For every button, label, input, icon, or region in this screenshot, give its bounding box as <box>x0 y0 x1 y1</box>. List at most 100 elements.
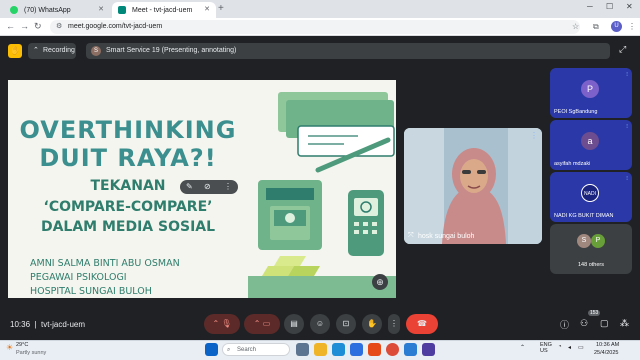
others-tile[interactable]: S P 148 others <box>550 224 632 274</box>
weather-temp: 29°C <box>16 342 29 348</box>
tab-label: (70) WhatsApp <box>24 6 71 14</box>
pin-icon[interactable]: ⤧ <box>408 232 414 240</box>
start-icon[interactable] <box>205 343 218 356</box>
task-view-icon[interactable] <box>296 343 309 356</box>
whatsapp-icon <box>10 6 18 14</box>
office-icon[interactable] <box>368 343 381 356</box>
tab-meet[interactable]: Meet - tvt-jacd-uem ✕ <box>112 2 216 18</box>
participant-name: asyifah mdzaki <box>554 161 591 167</box>
hand-icon: ✋ <box>367 319 377 328</box>
chrome-icon[interactable] <box>386 343 399 356</box>
raised-hand-icon[interactable]: ✋ <box>8 44 22 58</box>
word-icon[interactable] <box>404 343 417 356</box>
recording-indicator[interactable]: ⌃ Recording <box>28 43 76 59</box>
camera-off-icon: ▭ <box>262 319 271 328</box>
file-explorer-icon[interactable] <box>314 343 327 356</box>
profile-avatar[interactable]: U <box>611 21 622 32</box>
presenter-banner[interactable]: S Smart Service 19 (Presenting, annotati… <box>86 43 610 59</box>
speaking-indicator-icon: ⁝ <box>626 176 628 182</box>
slide-title-line1: OVERTHINKING <box>19 116 237 144</box>
mute-icon[interactable]: ⊘ <box>204 182 211 191</box>
meeting-time-and-code: 10:36 | tvt-jacd-uem <box>10 320 86 329</box>
close-window-icon[interactable]: ✕ <box>626 2 633 11</box>
emoji-button[interactable]: ☺ <box>310 314 330 334</box>
people-icon[interactable]: ⚇ <box>580 318 588 329</box>
phone-hangup-icon: ☎ <box>417 319 427 328</box>
tile-options-icon[interactable]: ⋮ <box>530 131 538 140</box>
teams-icon[interactable] <box>422 343 435 356</box>
chat-icon[interactable]: ▢ <box>600 318 609 329</box>
present-button[interactable]: ⊡ <box>336 314 356 334</box>
back-icon[interactable]: ← <box>6 21 15 31</box>
edge-icon[interactable] <box>332 343 345 356</box>
url-text: meet.google.com/tvt-jacd-uem <box>68 23 163 30</box>
slide-speaker-org: HOSPITAL SUNGAI BULOH <box>30 286 152 297</box>
close-tab-icon[interactable]: ✕ <box>204 5 210 13</box>
participant-name: PEOI SgBandung <box>554 109 598 115</box>
slide-subtitle-line2: ‘COMPARE-COMPARE’ <box>43 199 213 215</box>
zoom-icon[interactable]: ⊕ <box>372 274 388 290</box>
tab-label: Meet - tvt-jacd-uem <box>132 6 193 14</box>
pointer-icon[interactable]: ✎ <box>186 182 193 191</box>
wifi-icon[interactable]: ◔ <box>558 344 562 350</box>
new-tab-icon[interactable]: + <box>218 3 224 14</box>
bookmark-star-icon[interactable]: ☆ <box>572 22 579 31</box>
slide-title-line2: DUIT RAYA?! <box>39 144 217 172</box>
clock-date[interactable]: 25/4/2025 <box>594 350 618 356</box>
participant-count-badge: 153 <box>588 310 601 316</box>
presenter-video-tile[interactable]: ⋮ ⤧ hosk sungai buloh <box>404 128 542 244</box>
participant-tile[interactable]: ⁝ NADI NADI KG BUKIT DIMAN <box>550 172 632 222</box>
clock-time[interactable]: 10:36 AM <box>596 342 619 348</box>
mic-button[interactable]: ⌃ 🎙 <box>204 314 240 334</box>
browser-menu-icon[interactable]: ⋮ <box>628 22 636 31</box>
forward-icon[interactable]: → <box>20 21 29 31</box>
battery-icon[interactable]: ▭ <box>578 344 584 351</box>
presenter-avatar: S <box>91 46 101 56</box>
raise-hand-button[interactable]: ✋ <box>362 314 382 334</box>
participant-avatar: NADI <box>581 184 599 202</box>
volume-icon[interactable]: ◂ <box>568 344 571 351</box>
camera-button[interactable]: ⌃ ▭ <box>244 314 280 334</box>
presenter-video-name: hosk sungai buloh <box>418 233 475 240</box>
site-info-icon[interactable]: ⚙ <box>56 20 62 34</box>
extensions-icon[interactable]: ⧉ <box>593 22 599 32</box>
more-vert-icon: ⋮ <box>390 319 398 328</box>
language-indicator[interactable]: ENG US <box>540 342 552 354</box>
more-options-button[interactable]: ⋮ <box>388 314 400 334</box>
recording-label: Recording <box>43 47 75 54</box>
minimize-icon[interactable]: ─ <box>587 2 593 11</box>
captions-icon: ▤ <box>290 319 298 328</box>
url-field[interactable]: ⚙ meet.google.com/tvt-jacd-uem <box>50 20 580 34</box>
participant-avatar: P <box>591 234 605 248</box>
weather-icon[interactable]: ☀ <box>6 343 13 352</box>
tray-chevron-icon[interactable]: ⌃ <box>520 344 525 351</box>
taskbar-search[interactable]: ⌕ Search <box>222 343 290 356</box>
mic-off-icon: 🎙 <box>221 319 232 328</box>
more-options-icon[interactable]: ⋮ <box>224 182 232 191</box>
tab-whatsapp[interactable]: (70) WhatsApp ✕ <box>4 2 110 18</box>
browser-tab-bar: (70) WhatsApp ✕ Meet - tvt-jacd-uem ✕ + … <box>0 0 640 18</box>
chevron-up-icon[interactable]: ⌃ <box>212 319 219 328</box>
participant-tile[interactable]: ⁝ P PEOI SgBandung <box>550 68 632 118</box>
others-count: 148 others <box>578 262 604 268</box>
meet-icon <box>118 6 126 14</box>
annotation-toolbar[interactable]: ✎ ⊘ ⋮ <box>180 180 238 194</box>
present-screen-icon: ⊡ <box>342 319 350 328</box>
activities-icon[interactable]: ⁂ <box>620 318 629 329</box>
captions-button[interactable]: ▤ <box>284 314 304 334</box>
search-placeholder: Search <box>237 347 257 353</box>
info-icon[interactable]: ⓘ <box>560 318 569 331</box>
presenter-label: Smart Service 19 (Presenting, annotating… <box>106 47 237 54</box>
reload-icon[interactable]: ↻ <box>34 21 42 32</box>
speaking-indicator-icon: ⁝ <box>626 72 628 78</box>
close-tab-icon[interactable]: ✕ <box>98 5 104 13</box>
maximize-icon[interactable]: ☐ <box>606 2 613 11</box>
participant-avatar: P <box>581 80 599 98</box>
participant-name: NADI KG BUKIT DIMAN <box>554 213 614 219</box>
chevron-up-icon[interactable]: ⌃ <box>254 319 261 328</box>
participant-tile[interactable]: ⁝ a asyifah mdzaki <box>550 120 632 170</box>
slide-speaker-role: PEGAWAI PSIKOLOGI <box>30 272 127 283</box>
fullscreen-icon[interactable]: ⤢ <box>619 44 626 55</box>
store-icon[interactable] <box>350 343 363 356</box>
leave-call-button[interactable]: ☎ <box>406 314 438 334</box>
